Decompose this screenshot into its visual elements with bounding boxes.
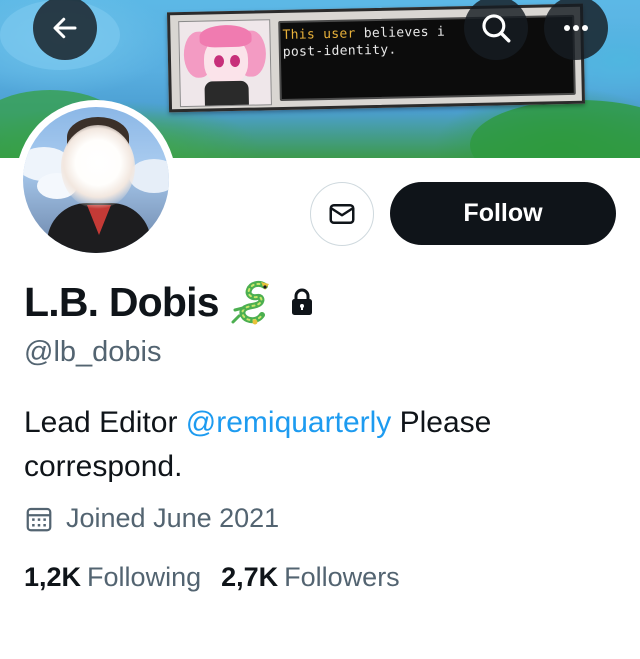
following-link[interactable]: 1,2K Following [24, 562, 201, 593]
joined-date: Joined June 2021 [24, 503, 279, 534]
more-dots-icon [564, 25, 588, 31]
profile-stats: 1,2K Following 2,7K Followers [24, 562, 420, 593]
sign-text-line1: believes i [355, 24, 446, 42]
follow-button[interactable]: Follow [390, 182, 616, 245]
display-name: L.B. Dobis [24, 278, 220, 325]
sign-text-line2: post-identity. [282, 42, 397, 60]
bio-text: Lead Editor [24, 406, 186, 439]
sign-text-highlight: This user [282, 26, 356, 43]
search-icon [482, 14, 511, 43]
followers-label: Followers [284, 562, 400, 592]
avatar-image [23, 107, 169, 253]
lock-icon [291, 288, 312, 315]
followers-link[interactable]: 2,7K Followers [221, 562, 400, 593]
message-button[interactable] [310, 182, 374, 246]
bio-mention-link[interactable]: @remiquarterly [186, 406, 392, 439]
profile-bio: Lead Editor @remiquarterly Please corres… [24, 401, 614, 489]
envelope-icon [329, 204, 355, 224]
followers-count: 2,7K [221, 562, 279, 592]
back-arrow-icon [53, 17, 77, 39]
profile-name-row: L.B. Dobis [24, 278, 315, 326]
calendar-icon [26, 507, 52, 531]
sign-text: This user believes i post-identity. [282, 24, 445, 61]
anime-character-image [178, 19, 272, 108]
dragon-icon [231, 280, 269, 325]
joined-text: Joined June 2021 [66, 503, 280, 533]
following-label: Following [87, 562, 202, 592]
following-count: 1,2K [24, 562, 82, 592]
profile-handle: @lb_dobis [24, 336, 162, 368]
avatar[interactable] [16, 100, 176, 260]
banner-grass-right [470, 100, 640, 158]
